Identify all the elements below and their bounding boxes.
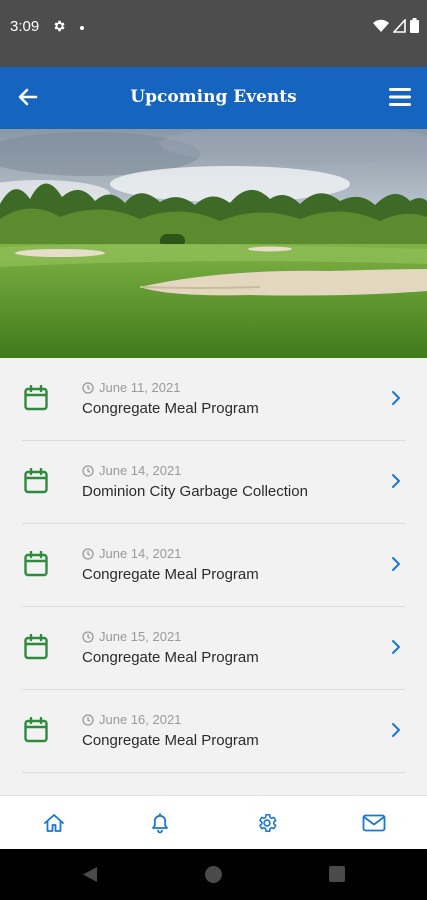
calendar-icon	[24, 634, 48, 660]
event-date: June 11, 2021	[82, 380, 180, 395]
event-date-text: June 14, 2021	[99, 546, 182, 561]
event-item[interactable]: June 16, 2021 Congregate Meal Program	[22, 690, 405, 773]
wifi-icon	[373, 19, 389, 32]
event-title: Congregate Meal Program	[82, 649, 259, 666]
event-list: June 11, 2021 Congregate Meal Program Ju…	[0, 358, 427, 795]
clock-icon	[82, 381, 94, 394]
gear-icon	[259, 813, 277, 833]
status-time: 3:09	[10, 18, 40, 35]
chevron-right-icon	[392, 723, 400, 737]
event-date-text: June 11, 2021	[99, 380, 181, 395]
event-date: June 15, 2021	[82, 629, 181, 644]
clock-icon	[82, 547, 94, 560]
bell-icon	[152, 813, 168, 834]
hero-image	[0, 129, 427, 358]
calendar-icon	[24, 385, 48, 411]
bottom-nav	[0, 795, 427, 849]
event-item[interactable]: June 11, 2021 Congregate Meal Program	[22, 358, 405, 441]
settings-notification-icon	[54, 20, 65, 32]
chevron-right-icon	[392, 640, 400, 654]
app-header: Upcoming Events	[0, 67, 427, 129]
clock-icon	[82, 464, 94, 477]
event-title: Congregate Meal Program	[82, 566, 259, 583]
system-nav-bar	[0, 849, 427, 900]
event-date-text: June 15, 2021	[99, 629, 182, 644]
calendar-icon	[24, 551, 48, 577]
event-date: June 14, 2021	[82, 546, 181, 561]
event-item[interactable]: June 14, 2021 Congregate Meal Program	[22, 524, 405, 607]
system-back-icon[interactable]	[82, 866, 98, 883]
signal-icon	[393, 18, 406, 33]
event-title: Dominion City Garbage Collection	[82, 483, 308, 500]
event-item[interactable]: June 14, 2021 Dominion City Garbage Coll…	[22, 441, 405, 524]
chevron-right-icon	[392, 391, 400, 405]
clock-icon	[82, 713, 94, 726]
page-title: Upcoming Events	[130, 87, 297, 107]
hamburger-menu-icon[interactable]	[389, 87, 411, 107]
calendar-icon	[24, 717, 48, 743]
notifications-button[interactable]	[148, 812, 172, 834]
battery-icon	[410, 18, 419, 33]
event-date: June 16, 2021	[82, 712, 181, 727]
settings-button[interactable]	[255, 812, 279, 834]
event-date-text: June 16, 2021	[99, 712, 182, 727]
home-icon	[44, 814, 64, 832]
chevron-right-icon	[392, 557, 400, 571]
system-recents-icon[interactable]	[329, 866, 345, 882]
notification-dot-icon	[80, 26, 84, 30]
status-bar: 3:09	[0, 0, 427, 67]
messages-button[interactable]	[362, 812, 386, 834]
home-button[interactable]	[42, 812, 66, 834]
clock-icon	[82, 630, 94, 643]
chevron-right-icon	[392, 474, 400, 488]
system-home-icon[interactable]	[205, 866, 222, 883]
event-title: Congregate Meal Program	[82, 400, 259, 417]
mail-icon	[362, 814, 386, 832]
event-date: June 14, 2021	[82, 463, 181, 478]
event-item[interactable]: June 15, 2021 Congregate Meal Program	[22, 607, 405, 690]
event-title: Congregate Meal Program	[82, 732, 259, 749]
calendar-icon	[24, 468, 48, 494]
status-indicators	[373, 18, 419, 33]
event-date-text: June 14, 2021	[99, 463, 182, 478]
